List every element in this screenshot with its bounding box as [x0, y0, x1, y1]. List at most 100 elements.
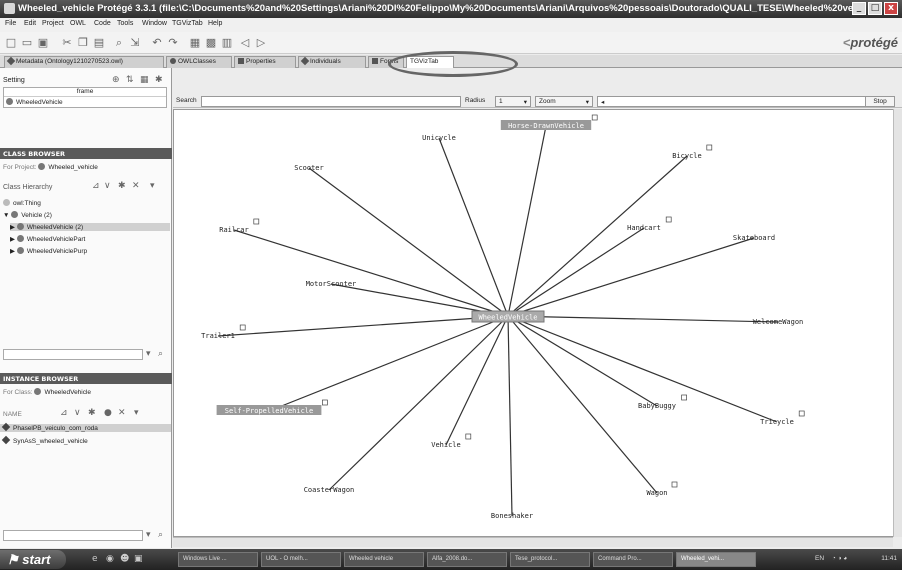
setting-grid-icon[interactable]: ▦: [140, 75, 149, 85]
menu-edit[interactable]: Edit: [24, 20, 36, 27]
grid-icon[interactable]: ▩: [204, 36, 218, 49]
frame-icon[interactable]: ▦: [188, 36, 202, 49]
graph-node[interactable]: WelcomeWagon: [753, 318, 804, 326]
find-icon[interactable]: ⌕: [112, 36, 126, 49]
hierarchy-subclass-icon[interactable]: ∨: [104, 181, 111, 191]
close-button[interactable]: x: [884, 2, 898, 15]
search-input[interactable]: [201, 96, 461, 107]
graph-node[interactable]: Tricycle: [760, 410, 805, 426]
task-command-prompt[interactable]: Command Pro...: [593, 552, 673, 567]
class-search-icon[interactable]: ⌕: [158, 349, 163, 359]
menu-code[interactable]: Code: [94, 20, 111, 27]
expand-node-icon[interactable]: [798, 410, 805, 417]
graph-node[interactable]: Skateboard: [733, 234, 775, 242]
paste-icon[interactable]: ▤: [92, 36, 106, 49]
expand-arrow-icon[interactable]: ▶: [10, 248, 17, 255]
graph-node[interactable]: MotorScooter: [306, 280, 357, 288]
expand-arrow-icon[interactable]: ▶: [10, 236, 17, 243]
expand-node-icon[interactable]: [253, 218, 260, 225]
save-icon[interactable]: ▣: [36, 36, 50, 49]
instance-delete-icon[interactable]: ✕: [118, 408, 126, 418]
radius-select[interactable]: 1 ▾: [495, 96, 531, 107]
menu-owl[interactable]: OWL: [70, 20, 86, 27]
expand-node-icon[interactable]: [671, 481, 678, 488]
expand-node-icon[interactable]: [681, 394, 687, 401]
expand-node-icon[interactable]: [465, 433, 472, 440]
graph-node[interactable]: Unicycle: [422, 134, 456, 142]
task-tese-protocol[interactable]: Tese_protocol...: [510, 552, 590, 567]
instance-item-2[interactable]: SynAsS_wheeled_vehicle: [1, 435, 88, 445]
task-wheeled-vehicle-folder[interactable]: Wheeled vehicle: [344, 552, 424, 567]
instance-item-1[interactable]: PhaselPB_veiculo_com_roda: [0, 422, 171, 432]
graph-node[interactable]: Railcar: [219, 218, 260, 234]
stop-button[interactable]: Stop: [865, 96, 895, 107]
graph-node[interactable]: Bicycle: [672, 144, 713, 160]
instance-subclass-icon[interactable]: ∨: [74, 408, 81, 418]
expand-arrow-icon[interactable]: ▼: [3, 212, 11, 219]
slider-left-icon[interactable]: ◂: [601, 99, 604, 106]
window-title-bar[interactable]: Wheeled_vehicle Protégé 3.3.1 (file:\C:\…: [0, 0, 902, 18]
graph-vertical-scrollbar[interactable]: [893, 109, 902, 537]
instance-add-icon[interactable]: ✱: [88, 408, 96, 418]
tree-item-owl-thing[interactable]: owl:Thing: [3, 199, 41, 207]
menu-window[interactable]: Window: [142, 20, 167, 27]
zoom-select[interactable]: Zoom ▾: [535, 96, 593, 107]
graph-node[interactable]: Handcart: [627, 216, 672, 232]
graph-node[interactable]: Scooter: [294, 164, 324, 172]
task-alfa-doc[interactable]: Alfa_2008.do...: [427, 552, 507, 567]
expand-node-icon[interactable]: [706, 144, 713, 151]
menu-file[interactable]: File: [5, 20, 16, 27]
tree-item-wheeledvehicle[interactable]: ▶ WheeledVehicle (2): [10, 223, 170, 231]
copy-icon[interactable]: ❐: [76, 36, 90, 49]
graph-node[interactable]: CoasterWagon: [304, 486, 355, 494]
instance-menu-icon[interactable]: ▾: [134, 408, 139, 418]
tab-metadata[interactable]: Metadata (Ontology1210270523.owl): [4, 56, 164, 68]
instance-search-dropdown-icon[interactable]: ▾: [146, 530, 151, 540]
hierarchy-delete-icon[interactable]: ✕: [132, 181, 140, 191]
graph-node[interactable]: Vehicle: [431, 433, 472, 449]
tray-icons[interactable]: ◔ ◑ ◕: [832, 555, 847, 562]
menu-help[interactable]: Help: [208, 20, 222, 27]
tree-item-wheeledvehiclepurp[interactable]: ▶ WheeledVehiclePurp: [10, 247, 87, 255]
tree-item-vehicle[interactable]: ▼ Vehicle (2): [3, 211, 52, 219]
instance-search-icon[interactable]: ⌕: [158, 530, 163, 540]
setting-config-icon[interactable]: ✱: [155, 75, 163, 85]
menu-project[interactable]: Project: [42, 20, 64, 27]
graph-node[interactable]: Boneshaker: [491, 512, 533, 520]
expand-node-icon[interactable]: [239, 324, 246, 331]
graph-node[interactable]: Trailer1: [201, 324, 246, 340]
hierarchy-menu-icon[interactable]: ▾: [150, 181, 155, 191]
setting-sort-icon[interactable]: ⇅: [126, 75, 134, 85]
quicklaunch-messenger-icon[interactable]: ☻: [120, 554, 129, 564]
language-indicator[interactable]: EN: [815, 555, 824, 562]
cut-icon[interactable]: ✂: [60, 36, 74, 49]
hierarchy-add-icon[interactable]: ✱: [118, 181, 126, 191]
redo-icon[interactable]: ↷: [166, 36, 180, 49]
open-icon[interactable]: ▭: [20, 36, 34, 49]
expand-arrow-icon[interactable]: ▶: [10, 224, 17, 231]
task-protege[interactable]: Wheeled_vehi...: [676, 552, 756, 567]
tab-individuals[interactable]: Individuals: [298, 56, 366, 68]
quicklaunch-ie-icon[interactable]: e: [92, 554, 98, 564]
expand-node-icon[interactable]: [591, 114, 598, 121]
graph-horizontal-scrollbar[interactable]: [173, 537, 893, 547]
frame-value-row[interactable]: WheeledVehicle: [4, 97, 166, 107]
class-search-dropdown-icon[interactable]: ▾: [146, 349, 151, 359]
instance-filter-icon[interactable]: ⊿: [60, 408, 68, 418]
class-search-input[interactable]: [3, 349, 143, 360]
tab-properties[interactable]: Properties: [234, 56, 296, 68]
expand-node-icon[interactable]: [665, 216, 672, 223]
undo-icon[interactable]: ↶: [150, 36, 164, 49]
maximize-button[interactable]: □: [868, 2, 882, 15]
layout-icon[interactable]: ▥: [220, 36, 234, 49]
export-icon[interactable]: ⇲: [128, 36, 142, 49]
forward-icon[interactable]: ▷: [254, 36, 268, 49]
tgviz-graph-canvas[interactable]: Unicycle Horse-DrawnVehicle Bicycle Scooter…: [173, 109, 901, 537]
zoom-slider[interactable]: ◂▸: [597, 96, 887, 107]
graph-node[interactable]: BabyBuggy: [638, 394, 687, 410]
menu-tgviztab[interactable]: TGVizTab: [172, 20, 203, 27]
quicklaunch-desktop-icon[interactable]: ▣: [134, 554, 143, 564]
graph-node[interactable]: Wagon: [646, 481, 678, 497]
back-icon[interactable]: ◁: [238, 36, 252, 49]
center-node[interactable]: WheeledVehicle: [471, 310, 545, 323]
